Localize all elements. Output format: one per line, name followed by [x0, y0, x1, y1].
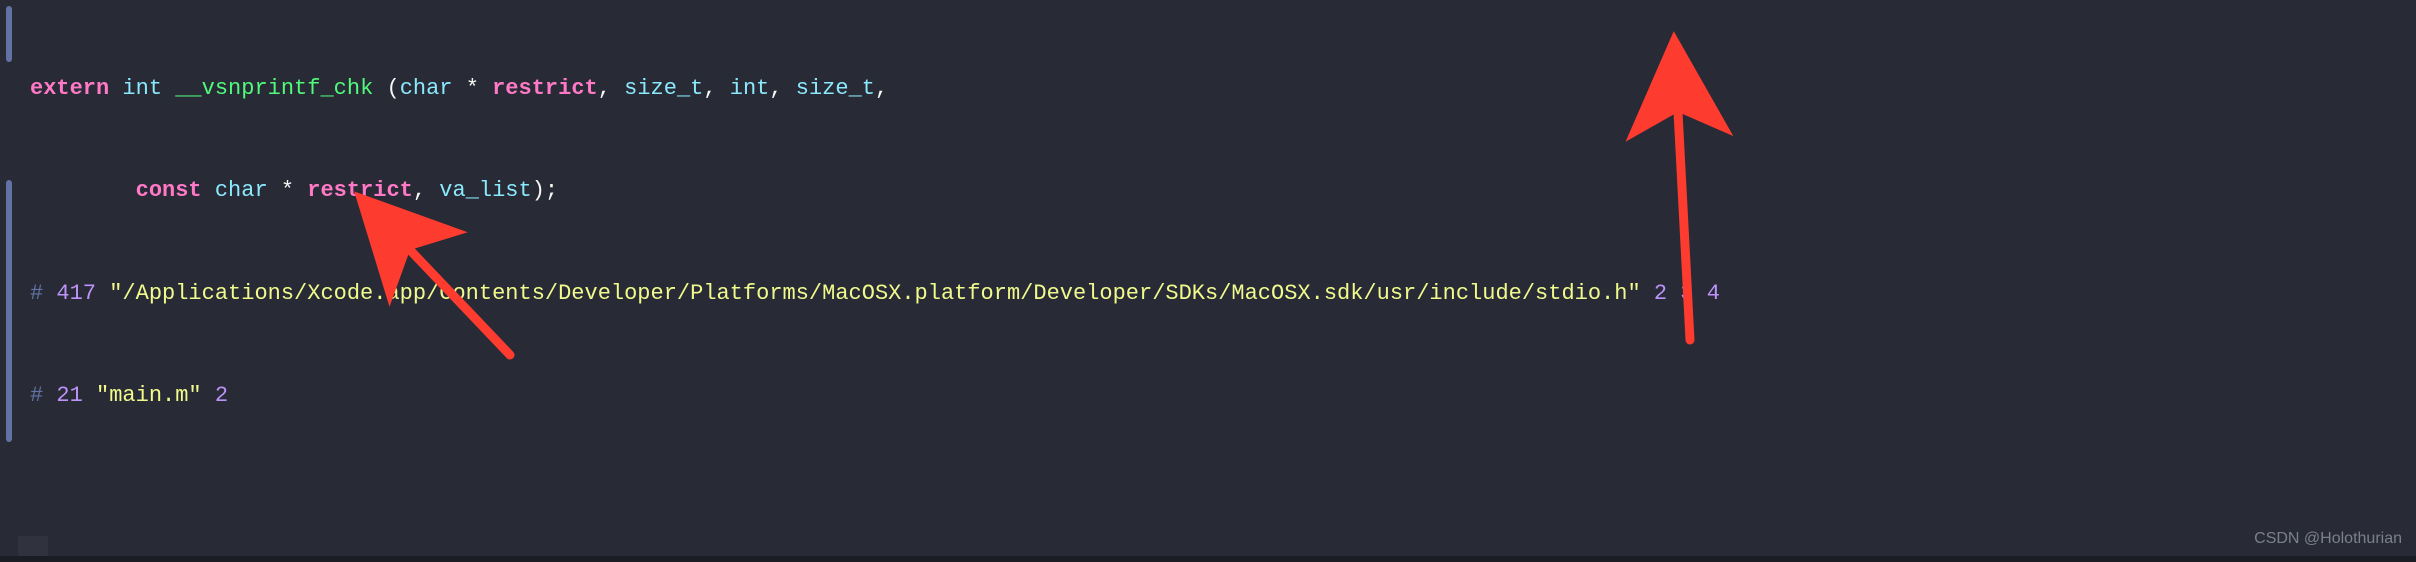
code-area[interactable]: extern int __vsnprintf_chk (char * restr… — [30, 4, 2412, 562]
code-line: # 417 "/Applications/Xcode.app/Contents/… — [30, 277, 2412, 311]
scrollbar-thumb[interactable] — [18, 536, 48, 556]
code-line — [30, 481, 2412, 515]
gutter-marker — [6, 180, 12, 442]
code-line: const char * restrict, va_list); — [30, 174, 2412, 208]
status-bar — [0, 556, 2416, 562]
code-line: # 21 "main.m" 2 — [30, 379, 2412, 413]
editor-gutter — [0, 0, 18, 562]
code-line: extern int __vsnprintf_chk (char * restr… — [30, 72, 2412, 106]
gutter-marker — [6, 6, 12, 62]
watermark-text: CSDN @Holothurian — [2254, 527, 2402, 552]
